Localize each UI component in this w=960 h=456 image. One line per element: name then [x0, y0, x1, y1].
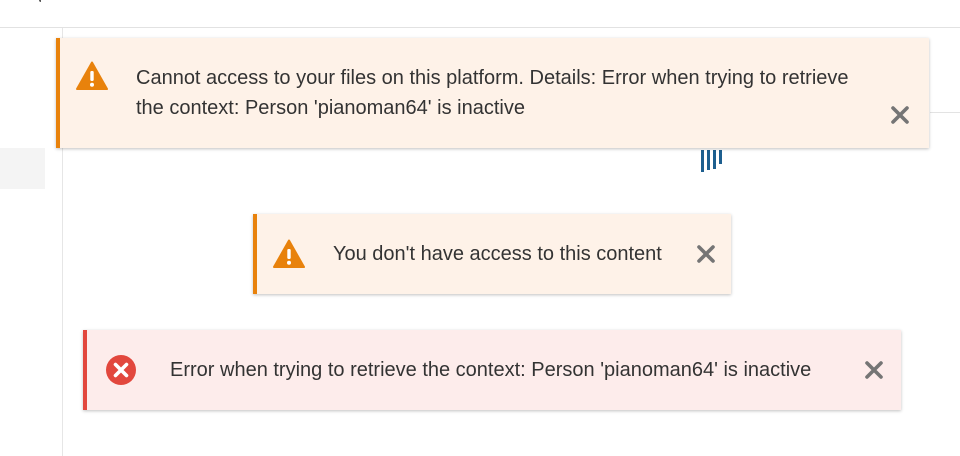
error-notification: Error when trying to retrieve the contex… — [83, 330, 901, 410]
left-rail-item[interactable] — [0, 148, 45, 189]
top-bar — [0, 0, 960, 28]
warning-notification: You don't have access to this content — [253, 214, 731, 294]
top-bar-glyph — [39, 0, 47, 2]
notification-message: Cannot access to your files on this plat… — [136, 67, 849, 119]
close-icon[interactable] — [692, 240, 720, 268]
close-icon[interactable] — [886, 101, 914, 129]
warning-icon — [273, 238, 305, 270]
left-rail — [0, 28, 63, 456]
error-icon — [105, 354, 137, 386]
brand-logo — [701, 150, 722, 172]
notification-message: Error when trying to retrieve the contex… — [170, 359, 812, 381]
content-divider — [930, 112, 960, 113]
warning-notification: Cannot access to your files on this plat… — [56, 38, 929, 148]
warning-icon — [76, 60, 108, 92]
notification-message: You don't have access to this content — [333, 243, 662, 265]
close-icon[interactable] — [860, 356, 888, 384]
